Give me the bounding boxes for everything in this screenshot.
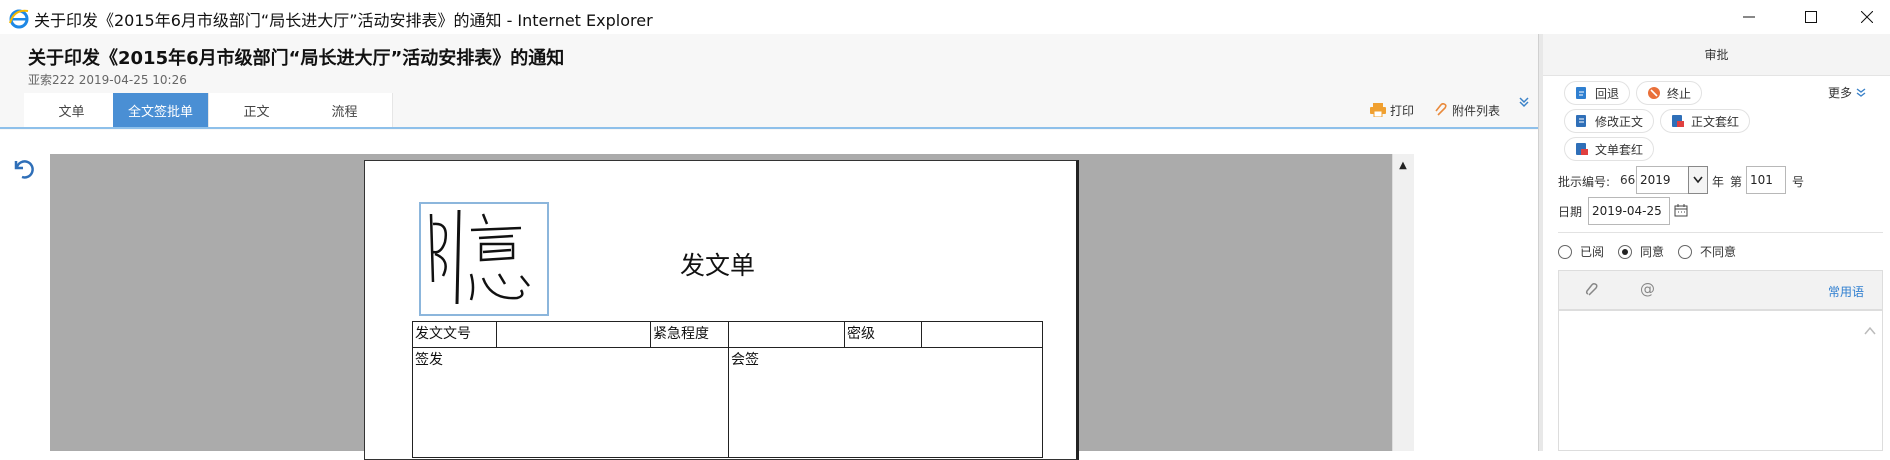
radio-disagree[interactable]: 不同意: [1678, 243, 1736, 260]
close-button[interactable]: [1844, 0, 1890, 34]
minimize-icon: [1743, 16, 1755, 18]
radio-agree-label: 同意: [1640, 245, 1665, 259]
chevron-double-down-icon: [1856, 87, 1866, 97]
sign-issue-label: 签发: [415, 352, 443, 368]
doc-redhead-button[interactable]: 文单套红: [1564, 137, 1655, 161]
maximize-button[interactable]: [1788, 0, 1834, 34]
maximize-icon: [1805, 11, 1817, 23]
scroll-up-button[interactable]: ▲: [1392, 154, 1414, 176]
form-title: 发文单: [680, 251, 756, 280]
seq-number-value: 101: [1750, 173, 1773, 187]
tab-workflow[interactable]: 流程: [297, 93, 393, 127]
paperclip-icon: [1435, 103, 1447, 116]
seq-number-input[interactable]: 101: [1746, 166, 1786, 194]
edit-text-button[interactable]: 修改正文: [1564, 109, 1655, 133]
tab-full-sign-sheet[interactable]: 全文签批单: [113, 93, 209, 127]
date-label: 日期: [1558, 205, 1583, 219]
chevron-down-icon: [1693, 176, 1703, 184]
countersign-cell[interactable]: 会签: [728, 347, 1043, 458]
return-icon: [1576, 87, 1586, 99]
approval-title: 审批: [1704, 48, 1729, 62]
tab-underline: [0, 127, 1540, 129]
doc-redhead-label: 文单套红: [1595, 142, 1644, 157]
secrecy-value[interactable]: [921, 321, 1043, 348]
text-redhead-button[interactable]: 正文套红: [1660, 109, 1751, 133]
seq-suffix-label: 号: [1792, 175, 1805, 189]
return-button[interactable]: 回退: [1564, 81, 1631, 105]
seq-prefix-label: 第: [1730, 175, 1743, 189]
radio-disagree-label: 不同意: [1700, 245, 1737, 259]
document-meta: 亚索222 2019-04-25 10:26: [28, 73, 187, 87]
more-label: 更多: [1828, 86, 1853, 100]
redhead-doc-icon: [1672, 115, 1684, 127]
window-title: 关于印发《2015年6月市级部门“局长进大厅”活动安排表》的通知 - Inter…: [34, 11, 653, 30]
year-dropdown-button[interactable]: [1688, 166, 1708, 194]
tab-body-text[interactable]: 正文: [209, 93, 305, 127]
dispatch-form-table: 发文文号 紧急程度 密级 签发 会签: [412, 321, 1043, 458]
tab-wendan[interactable]: 文单: [24, 93, 120, 127]
table-row: 发文文号 紧急程度 密级: [412, 321, 1043, 348]
internet-explorer-icon: [9, 9, 29, 29]
radio-circle-checked: [1618, 244, 1632, 259]
instruction-number-prefix: 66: [1620, 173, 1636, 187]
year-unit-label: 年: [1712, 175, 1725, 189]
attachments-list-button[interactable]: 附件列表: [1434, 98, 1500, 122]
minimize-button[interactable]: [1726, 0, 1772, 34]
opinion-textarea[interactable]: [1558, 310, 1883, 451]
radio-agree[interactable]: 同意: [1618, 243, 1664, 260]
year-value: 2019: [1640, 173, 1671, 187]
radio-read-label: 已阅: [1580, 245, 1605, 259]
collapse-header-icon[interactable]: [1518, 96, 1530, 108]
instruction-number-label: 批示编号:: [1558, 175, 1611, 189]
printer-icon: [1370, 103, 1386, 117]
divider-line: [1558, 232, 1883, 233]
print-label: 打印: [1390, 103, 1415, 118]
attachment-icon[interactable]: [1584, 282, 1600, 298]
vertical-scrollbar[interactable]: [1392, 154, 1414, 451]
handwritten-signature-image[interactable]: [419, 202, 549, 316]
secrecy-label: 密级: [844, 321, 922, 348]
date-value: 2019-04-25: [1592, 204, 1662, 218]
signature-strokes: [429, 209, 530, 305]
radio-circle: [1678, 244, 1692, 259]
stop-icon: [1648, 87, 1660, 99]
radio-read[interactable]: 已阅: [1558, 243, 1604, 260]
table-row: 签发 会签: [412, 347, 1043, 458]
urgency-value[interactable]: [728, 321, 845, 348]
edit-text-label: 修改正文: [1595, 114, 1644, 129]
urgency-label: 紧急程度: [650, 321, 729, 348]
stop-label: 终止: [1667, 86, 1692, 101]
edit-doc-icon: [1576, 115, 1586, 127]
return-label: 回退: [1595, 86, 1620, 101]
doc-number-label: 发文文号: [412, 321, 497, 348]
attachments-label: 附件列表: [1452, 103, 1501, 118]
radio-circle: [1558, 244, 1572, 259]
date-input[interactable]: 2019-04-25: [1588, 197, 1670, 225]
text-redhead-label: 正文套红: [1691, 114, 1740, 129]
common-phrases-link[interactable]: 常用语: [1828, 283, 1864, 300]
mention-icon[interactable]: @: [1640, 280, 1655, 298]
print-button[interactable]: 打印: [1370, 98, 1414, 122]
doc-number-value[interactable]: [496, 321, 651, 348]
close-icon: [1861, 11, 1873, 23]
triangle-up-icon: ▲: [1399, 159, 1407, 171]
scroll-up-icon[interactable]: [1864, 326, 1876, 336]
sign-issue-cell[interactable]: 签发: [412, 347, 729, 458]
page-title: 关于印发《2015年6月市级部门“局长进大厅”活动安排表》的通知: [28, 48, 565, 69]
undo-icon[interactable]: [10, 155, 36, 181]
stop-button[interactable]: 终止: [1636, 81, 1703, 105]
redhead-form-icon: [1576, 143, 1588, 155]
countersign-label: 会签: [731, 352, 759, 368]
calendar-icon[interactable]: [1674, 203, 1688, 217]
more-button[interactable]: 更多: [1828, 84, 1866, 101]
